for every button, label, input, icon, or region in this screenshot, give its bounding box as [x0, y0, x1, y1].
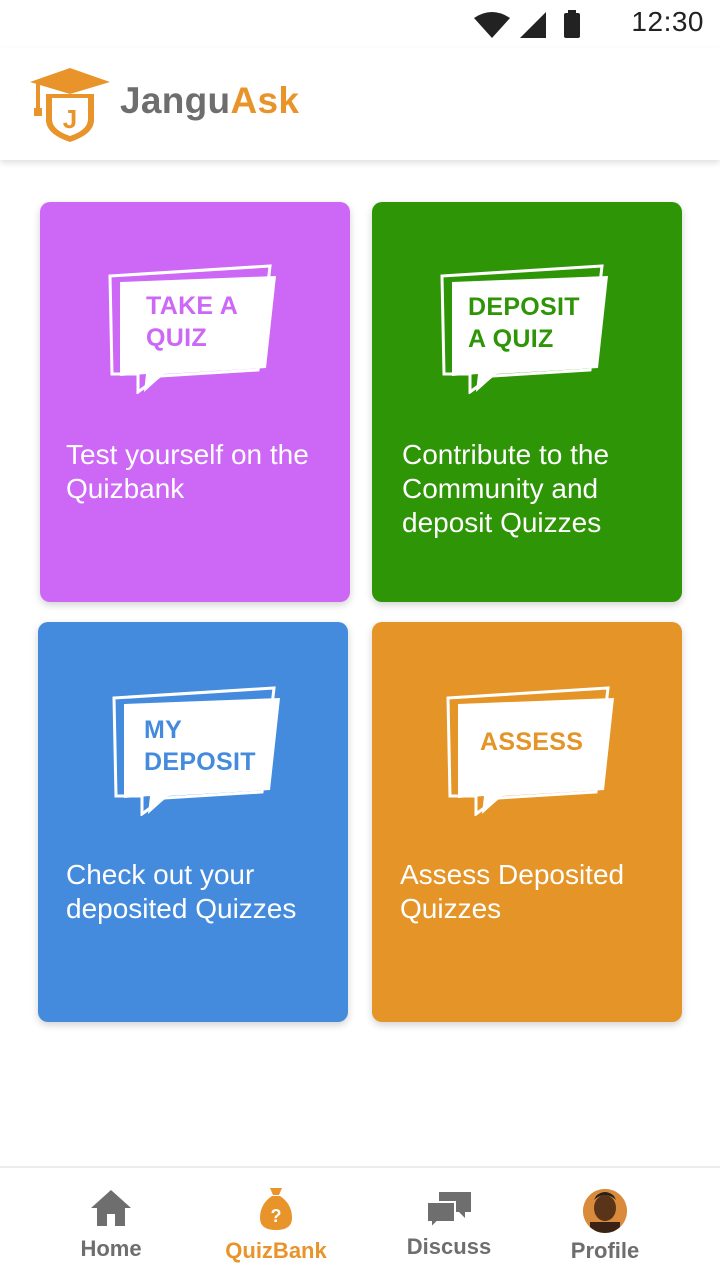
signal-icon [520, 12, 546, 38]
chat-bubbles-icon [426, 1192, 471, 1230]
take-quiz-card[interactable]: TAKE A QUIZ Test yourself on the Quizban… [40, 202, 350, 602]
brand-part2: Ask [230, 80, 300, 121]
nav-label-quizbank: QuizBank [225, 1238, 327, 1263]
svg-text:J: J [63, 104, 77, 134]
card-description: Assess Deposited Quizzes [400, 859, 625, 924]
status-bar: 12:30 [0, 0, 720, 48]
card-description: Check out your deposited Quizzes [66, 859, 297, 924]
avatar [583, 1189, 627, 1233]
deposit-quiz-card[interactable]: DEPOSIT A QUIZ Contribute to the Communi… [372, 202, 682, 602]
card-description: Test yourself on the Quizbank [66, 439, 309, 504]
bubble-label: MY DEPOSIT [144, 716, 256, 776]
bubble-label: TAKE A QUIZ [146, 292, 239, 352]
brand-part1: Jangu [120, 80, 231, 121]
status-time: 12:30 [631, 6, 704, 37]
app-header: J JanguAsk [0, 48, 720, 160]
bottom-nav: Home ? QuizBank Discuss Profile [0, 1166, 720, 1282]
app-title: JanguAsk [120, 80, 299, 122]
nav-label-profile: Profile [570, 1238, 640, 1263]
bubble-label: ASSESS [480, 728, 584, 756]
status-icons [474, 10, 580, 38]
card-description: Contribute to the Community and deposit … [402, 439, 610, 538]
wifi-icon [474, 12, 510, 38]
battery-icon [564, 13, 580, 38]
nav-quizbank[interactable]: ? QuizBank [201, 1168, 351, 1282]
nav-label-discuss: Discuss [406, 1234, 492, 1259]
bubble-label: DEPOSIT A QUIZ [468, 293, 580, 353]
nav-discuss[interactable]: Discuss [374, 1168, 524, 1282]
svg-text:?: ? [271, 1206, 282, 1226]
nav-profile[interactable]: Profile [530, 1168, 680, 1282]
my-deposit-card[interactable]: MY DEPOSIT Check out your deposited Quiz… [38, 622, 348, 1022]
home-icon [91, 1190, 131, 1226]
nav-label-home: Home [80, 1236, 142, 1261]
moneybag-question-icon: ? [260, 1188, 292, 1230]
assess-card[interactable]: ASSESS Assess Deposited Quizzes [372, 622, 682, 1022]
nav-home[interactable]: Home [36, 1168, 186, 1282]
app-logo: J [30, 68, 110, 142]
